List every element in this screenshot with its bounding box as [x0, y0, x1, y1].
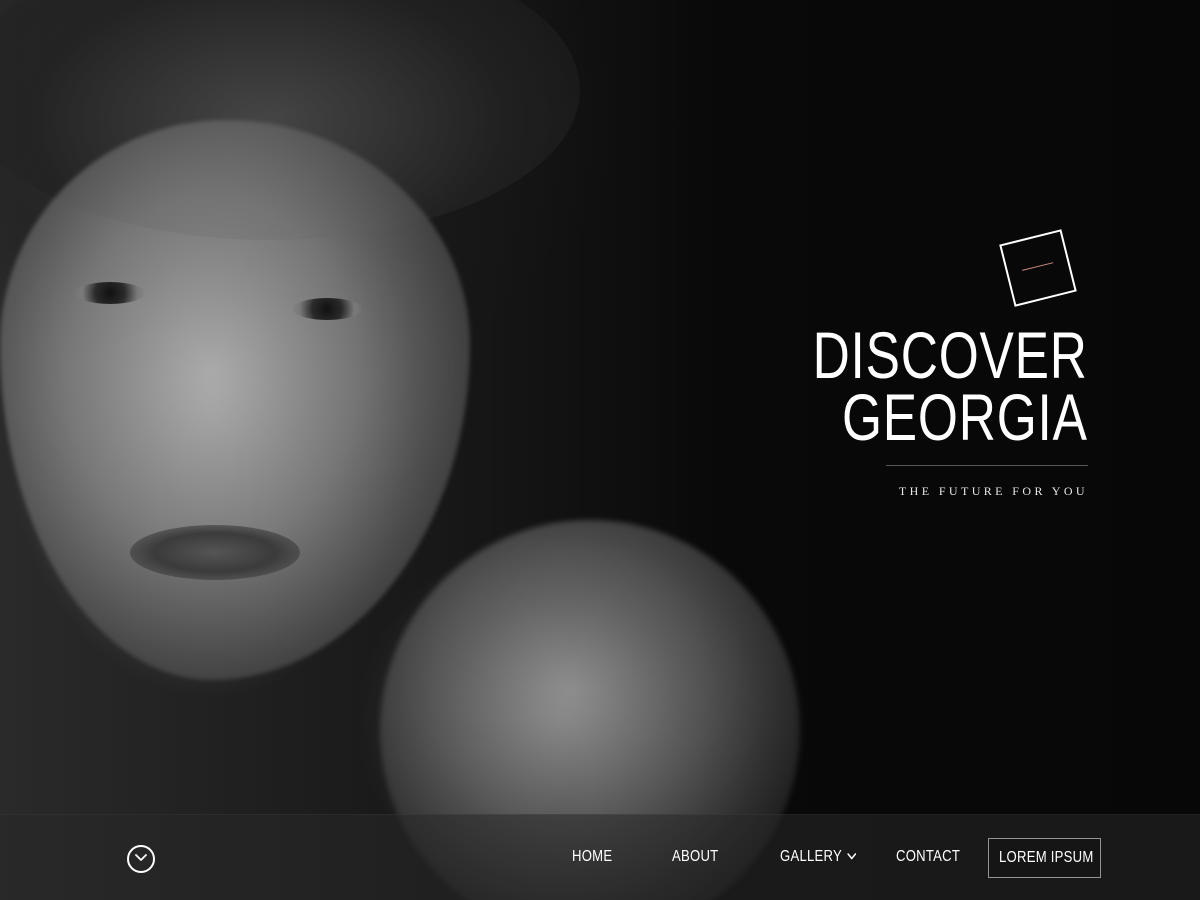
- portrait-lips: [130, 525, 300, 580]
- lorem-ipsum-button-label: LOREM IPSUM: [998, 849, 1094, 866]
- nav-about[interactable]: ABOUT: [672, 848, 718, 866]
- title-divider: [886, 465, 1088, 466]
- lorem-ipsum-button[interactable]: LOREM IPSUM: [988, 838, 1101, 878]
- nav-contact[interactable]: CONTACT: [896, 848, 960, 866]
- portrait-right-eye: [292, 298, 362, 320]
- hero-title: DISCOVER GEORGIA: [812, 318, 1088, 454]
- bottom-navbar: HOME ABOUT GALLERY CONTACT LOREM IPSUM: [0, 814, 1200, 900]
- portrait-left-eye: [75, 282, 145, 304]
- nav-gallery-label: GALLERY: [780, 848, 843, 865]
- landing-page: DISCOVER GEORGIA THE FUTURE FOR YOU HOME…: [0, 0, 1200, 900]
- hero-title-line2: GEORGIA: [842, 380, 1088, 454]
- portrait-face: [0, 120, 470, 680]
- chevron-down-icon: [135, 854, 147, 861]
- hero-tagline: THE FUTURE FOR YOU: [898, 484, 1088, 498]
- chevron-down-icon: [847, 853, 856, 860]
- nav-gallery[interactable]: GALLERY: [780, 848, 856, 866]
- nav-home[interactable]: HOME: [572, 848, 612, 866]
- chevron-down-circle-icon[interactable]: [127, 845, 155, 873]
- logo-accent-line: [1021, 262, 1054, 271]
- hero-title-line1: DISCOVER: [812, 318, 1088, 392]
